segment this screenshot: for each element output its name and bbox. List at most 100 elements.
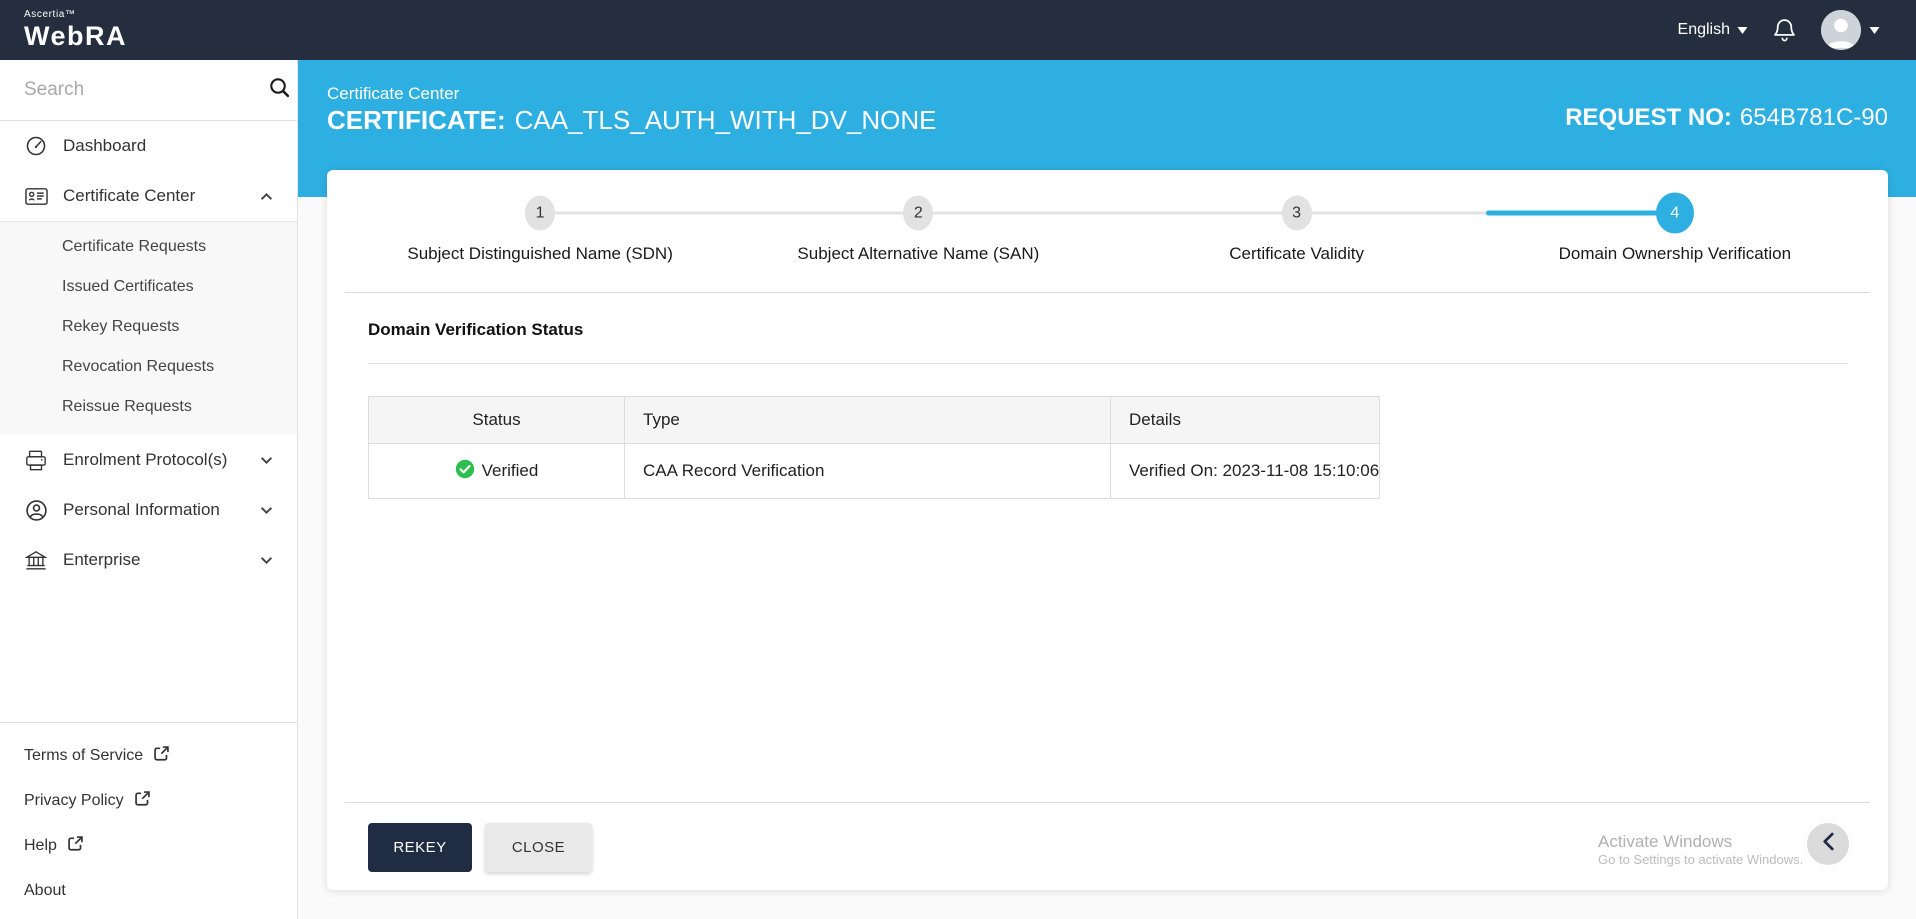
- notifications-bell-icon[interactable]: [1772, 17, 1797, 44]
- step-2-circle[interactable]: 2: [903, 196, 933, 231]
- collapse-panel-button[interactable]: [1807, 823, 1849, 865]
- sidebar-footer: Terms of Service Privacy Policy Help Abo…: [0, 722, 297, 919]
- search-icon[interactable]: [269, 77, 290, 103]
- sidebar-item-revocation-requests[interactable]: Revocation Requests: [0, 347, 297, 387]
- chevron-down-icon: [260, 456, 273, 465]
- certificate-icon: [24, 187, 48, 206]
- divider: [368, 363, 1848, 364]
- language-label: English: [1678, 21, 1730, 39]
- sidebar-item-certificate-requests[interactable]: Certificate Requests: [0, 227, 297, 267]
- help-link[interactable]: Help: [0, 823, 297, 868]
- close-button[interactable]: CLOSE: [485, 823, 592, 872]
- sidebar-item-label: Personal Information: [63, 500, 220, 520]
- sidebar-search: [0, 60, 297, 121]
- sidebar-item-label: Enterprise: [63, 550, 140, 570]
- submenu-label: Issued Certificates: [62, 278, 194, 296]
- request-number: REQUEST NO: 654B781C-90: [1565, 104, 1888, 132]
- brand-product: WebRA: [24, 23, 127, 50]
- link-label: Help: [24, 837, 57, 855]
- status-cell: Verified: [369, 444, 625, 499]
- table-row: Verified CAA Record Verification Verifie…: [369, 444, 1380, 499]
- column-header-details: Details: [1111, 397, 1380, 444]
- watermark-line1: Activate Windows: [1598, 831, 1803, 852]
- content-card: 1 2 3 4 Subject Distinguished Name (SDN)…: [327, 170, 1888, 890]
- sidebar-item-rekey-requests[interactable]: Rekey Requests: [0, 307, 297, 347]
- gauge-icon: [24, 135, 48, 157]
- sidebar-item-label: Enrolment Protocol(s): [63, 450, 227, 470]
- brand-logo[interactable]: Ascertia™ WebRA: [24, 10, 127, 50]
- sidebar-item-label: Certificate Center: [63, 186, 195, 206]
- step-1-label[interactable]: Subject Distinguished Name (SDN): [351, 244, 729, 264]
- chevron-left-icon: [1822, 832, 1835, 856]
- breadcrumb: Certificate Center: [327, 84, 459, 104]
- column-header-status: Status: [369, 397, 625, 444]
- chevron-down-icon: [260, 556, 273, 565]
- link-label: Terms of Service: [24, 747, 143, 765]
- status-text: Verified: [482, 461, 539, 481]
- stepper-labels: Subject Distinguished Name (SDN) Subject…: [351, 244, 1864, 264]
- sidebar-item-certificate-center[interactable]: Certificate Center: [0, 171, 297, 221]
- submenu-label: Reissue Requests: [62, 398, 192, 416]
- language-selector[interactable]: English: [1678, 21, 1748, 39]
- column-header-type: Type: [625, 397, 1111, 444]
- sidebar-item-personal-information[interactable]: Personal Information: [0, 485, 297, 535]
- submenu-label: Revocation Requests: [62, 358, 214, 376]
- chevron-down-icon: [260, 506, 273, 515]
- action-buttons: REKEY CLOSE: [368, 823, 592, 872]
- link-label: Privacy Policy: [24, 792, 124, 810]
- sidebar-item-issued-certificates[interactable]: Issued Certificates: [0, 267, 297, 307]
- page-title-value: CAA_TLS_AUTH_WITH_DV_NONE: [515, 105, 937, 135]
- step-1-circle[interactable]: 1: [525, 196, 555, 231]
- divider: [345, 292, 1870, 293]
- domain-verification-table: Status Type Details Verified: [368, 396, 1380, 499]
- sidebar-item-reissue-requests[interactable]: Reissue Requests: [0, 387, 297, 427]
- sidebar-item-dashboard[interactable]: Dashboard: [0, 121, 297, 171]
- page-title: CERTIFICATE: CAA_TLS_AUTH_WITH_DV_NONE: [327, 105, 937, 136]
- watermark-line2: Go to Settings to activate Windows.: [1598, 852, 1803, 868]
- search-input[interactable]: [24, 79, 269, 101]
- external-link-icon: [153, 745, 170, 767]
- avatar: [1821, 10, 1861, 50]
- stepper-progress-line: [1486, 211, 1675, 216]
- sidebar: Dashboard Certificate Center Certificate…: [0, 60, 298, 919]
- step-3-label[interactable]: Certificate Validity: [1108, 244, 1486, 264]
- rekey-button[interactable]: REKEY: [368, 823, 472, 872]
- wizard-stepper: 1 2 3 4: [351, 192, 1864, 234]
- sidebar-item-enterprise[interactable]: Enterprise: [0, 535, 297, 585]
- step-3-circle[interactable]: 3: [1282, 196, 1312, 231]
- table-header-row: Status Type Details: [369, 397, 1380, 444]
- details-cell: Verified On: 2023-11-08 15:10:06: [1111, 444, 1380, 499]
- chevron-up-icon: [260, 192, 273, 201]
- step-2-label[interactable]: Subject Alternative Name (SAN): [729, 244, 1107, 264]
- submenu-label: Rekey Requests: [62, 318, 179, 336]
- terms-of-service-link[interactable]: Terms of Service: [0, 733, 297, 778]
- page-title-label: CERTIFICATE:: [327, 105, 506, 135]
- request-number-label: REQUEST NO:: [1565, 104, 1732, 131]
- about-link[interactable]: About: [0, 868, 297, 913]
- certificate-center-submenu: Certificate Requests Issued Certificates…: [0, 221, 297, 435]
- section-title: Domain Verification Status: [368, 320, 583, 340]
- privacy-policy-link[interactable]: Privacy Policy: [0, 778, 297, 823]
- activate-windows-watermark: Activate Windows Go to Settings to activ…: [1598, 831, 1803, 869]
- step-4-label[interactable]: Domain Ownership Verification: [1486, 244, 1864, 264]
- user-menu[interactable]: [1821, 10, 1880, 50]
- main-area: Certificate Center CERTIFICATE: CAA_TLS_A…: [298, 60, 1916, 919]
- type-cell: CAA Record Verification: [625, 444, 1111, 499]
- step-4-circle[interactable]: 4: [1656, 193, 1694, 234]
- sidebar-item-enrolment-protocols[interactable]: Enrolment Protocol(s): [0, 435, 297, 485]
- printer-icon: [24, 450, 48, 471]
- verified-check-icon: [455, 459, 475, 484]
- external-link-icon: [67, 835, 84, 857]
- request-number-value: 654B781C-90: [1740, 104, 1888, 131]
- top-bar: Ascertia™ WebRA English: [0, 0, 1916, 60]
- brand-company: Ascertia™: [24, 10, 127, 20]
- sidebar-item-label: Dashboard: [63, 136, 146, 156]
- submenu-label: Certificate Requests: [62, 238, 206, 256]
- caret-down-icon: [1737, 21, 1748, 39]
- bank-icon: [24, 550, 48, 571]
- caret-down-icon: [1869, 21, 1880, 39]
- external-link-icon: [134, 790, 151, 812]
- divider: [345, 802, 1870, 803]
- person-icon: [24, 499, 48, 522]
- link-label: About: [24, 882, 66, 900]
